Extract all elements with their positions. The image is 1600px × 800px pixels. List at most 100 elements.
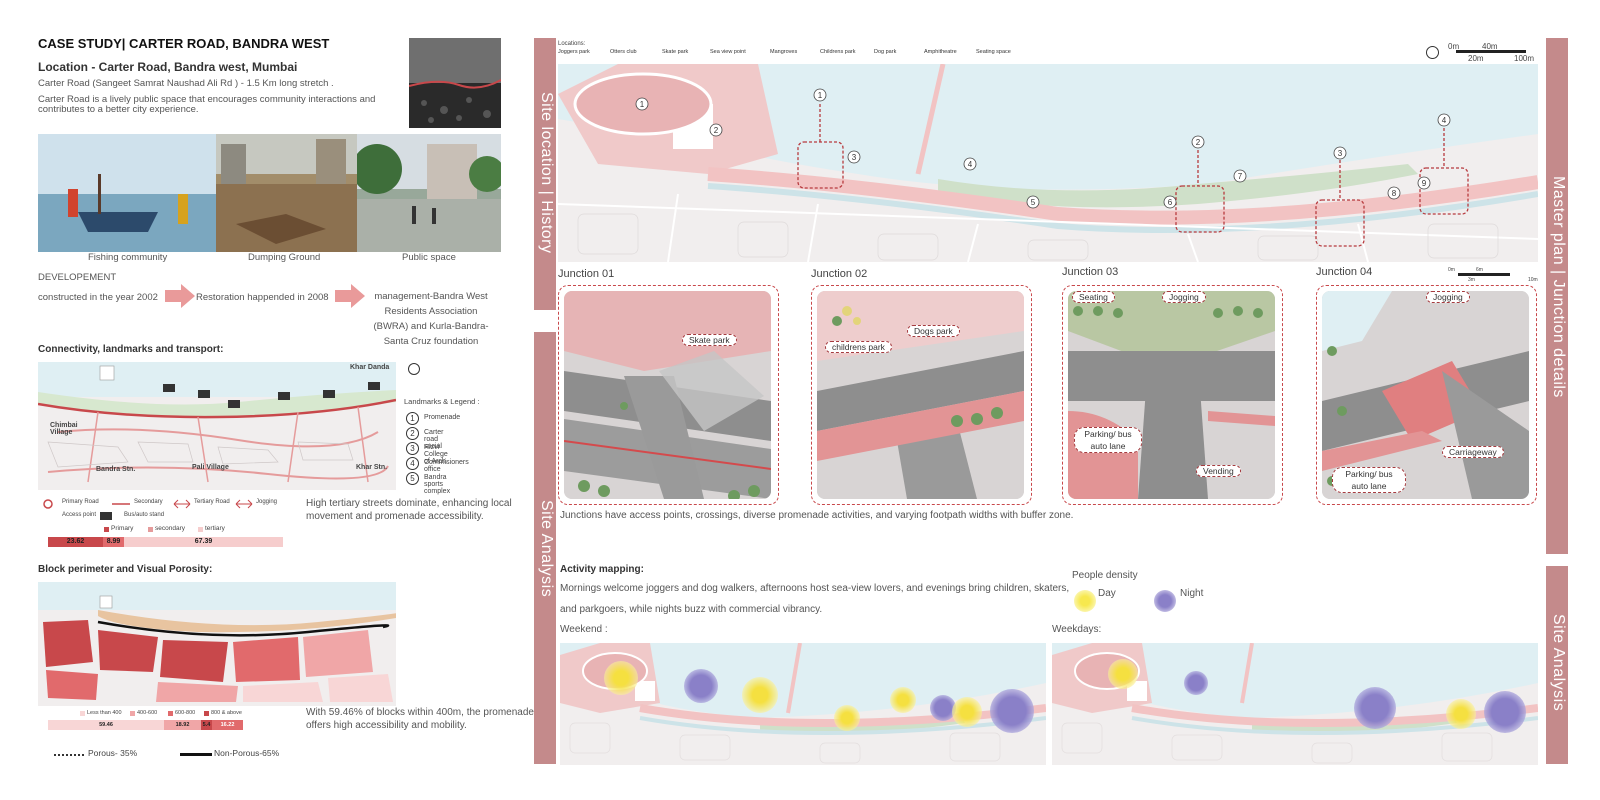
site-analysis-right-band-label: Site Analysis [1550,614,1567,712]
porosity-legend-0: Less than 400 [87,710,122,716]
map-label-pali-village: Pali Village [192,464,229,471]
day-density-icon [1074,590,1096,612]
location-item: Otters club [610,49,637,55]
map-label-khar-danda: Khar Danda [350,364,390,371]
callout-carriageway: Carriageway [1442,446,1504,458]
weekend-day-hotspot [952,697,982,727]
weekdays-density-map [1052,643,1538,765]
weekdays-label: Weekdays: [1052,624,1102,635]
callout-childrens-park: childrens park [825,341,892,353]
master-plan-map: 1 2 3 4 1 2 3 4 5 6 7 8 9 [558,64,1538,262]
weekend-day-hotspot [604,661,638,695]
junction-title-4: Junction 04 [1316,266,1373,278]
weekday-night-hotspot [1354,687,1396,729]
bar-primary: 23.62 [48,537,103,547]
map-label-chimbai: Chimbai Village [50,422,78,436]
legend-secondary: Secondary [134,499,163,505]
weekday-day-hotspot [1446,699,1476,729]
svg-text:1: 1 [640,100,645,109]
non-porous-line-icon [180,753,212,756]
bus-icon [100,512,112,520]
site-analysis-band-label: Site Analysis [538,500,555,598]
svg-text:6: 6 [1168,198,1173,207]
svg-text:1: 1 [818,91,823,100]
location-item: Dog park [874,49,897,55]
porosity-heading: Block perimeter and Visual Porosity: [38,564,213,575]
callout-parking: Parking/ bus auto lane [1074,427,1142,453]
weekend-day-hotspot [834,705,860,731]
svg-text:2: 2 [714,126,719,135]
weekend-day-hotspot [742,677,778,713]
callout-jogging-j4: Jogging [1426,291,1470,303]
weekend-night-hotspot [684,669,718,703]
photo-public-space [357,134,501,252]
location-item: Sea view point [710,49,746,55]
photo-fishing [38,134,216,252]
bus-label: Bus/auto stand [124,512,165,518]
legend-primary-road: Primary Road [62,499,99,505]
svg-text:3: 3 [852,153,857,162]
junction-scale-bar: 0m 6m 3m 10m [1446,267,1538,285]
legend-tertiary: Tertiary Road [194,499,230,505]
svg-text:4: 4 [968,160,973,169]
scale-100m: 100m [1514,54,1535,63]
porosity-bar-1: 18.92 [164,720,201,730]
svg-text:3: 3 [1338,149,1343,158]
development-step-1: constructed in the year 2002 [38,292,158,303]
porosity-legend: Less than 400 400-600 600-800 800 & abov… [80,710,340,718]
connectivity-note: High tertiary streets dominate, enhancin… [306,498,512,522]
map-label-khar-stn: Khar Stn. [356,464,388,471]
svg-text:4: 4 [1442,116,1447,125]
location-item: Childrens park [820,49,856,55]
map-label-bandra-stn: Bandra Stn. [96,466,136,473]
porosity-legend-2: 600-800 [175,710,196,716]
case-title: CASE STUDY| CARTER ROAD, BANDRA WEST [38,36,330,51]
weekday-night-hotspot [1184,671,1208,695]
location-item: Skate park [662,49,689,55]
svg-text:7: 7 [1238,172,1243,181]
svg-text:2: 2 [1196,138,1201,147]
access-point-label: Access point [62,512,97,518]
svg-text:5: 5 [1031,198,1036,207]
aerial-photo [409,38,501,128]
caption-fishing: Fishing community [88,252,168,263]
callout-seating: Seating [1072,291,1115,303]
junction-title-3: Junction 03 [1062,266,1119,278]
bar-legend-secondary: secondary [155,525,185,532]
description: Carter Road is a lively public space tha… [38,94,376,115]
master-plan-band-label: Master plan | Junction details [1550,176,1567,398]
photo-dumping [216,134,357,252]
bar-legend-primary: Primary [111,525,134,532]
junction-1-plan: Skate park [564,291,771,499]
j-scale-3m: 3m [1468,277,1475,283]
location-item: Seating space [976,49,1011,55]
callout-jogging: Jogging [1162,291,1206,303]
road-legend: Primary Road Secondary Tertiary Road Jog… [42,498,302,510]
porous-line-icon [54,754,84,756]
density-title: People density [1072,570,1138,581]
j-scale-10m: 10m [1528,277,1538,283]
locations-list: Joggers park Otters club Skate park Sea … [558,49,1038,59]
weekday-night-hotspot [1484,691,1526,733]
road-share-bar: 23.62 8.99 67.39 [48,537,283,547]
junction-3-plan: Seating Jogging Parking/ bus auto lane V… [1068,291,1275,499]
development-step-3: management-Bandra West Residents Associa… [373,291,489,347]
location-item: Amphitheatre [924,49,957,55]
porosity-bar-2: 5.4 [201,720,212,730]
location-item: Joggers park [558,49,590,55]
north-arrow-icon [1426,46,1439,59]
landmark-label: Promenade [424,414,461,421]
landmark-label: Bandra sports complex [424,474,451,495]
junctions-note: Junctions have access points, crossings,… [560,510,1074,521]
caption-dumping: Dumping Ground [248,252,321,263]
location-heading: Location - Carter Road, Bandra west, Mum… [38,60,298,74]
callout-parking-j4: Parking/ bus auto lane [1332,467,1406,493]
svg-text:9: 9 [1422,179,1427,188]
junction-title-1: Junction 01 [558,268,615,280]
night-label: Night [1180,588,1204,599]
porosity-bar: 59.46 18.92 5.4 16.22 [48,720,243,730]
activity-text: Mornings welcome joggers and dog walkers… [560,583,1070,615]
non-porous-label: Non-Porous-65% [214,748,280,758]
weekend-day-hotspot [890,687,916,713]
porosity-legend-3: 800 & above [211,710,242,716]
